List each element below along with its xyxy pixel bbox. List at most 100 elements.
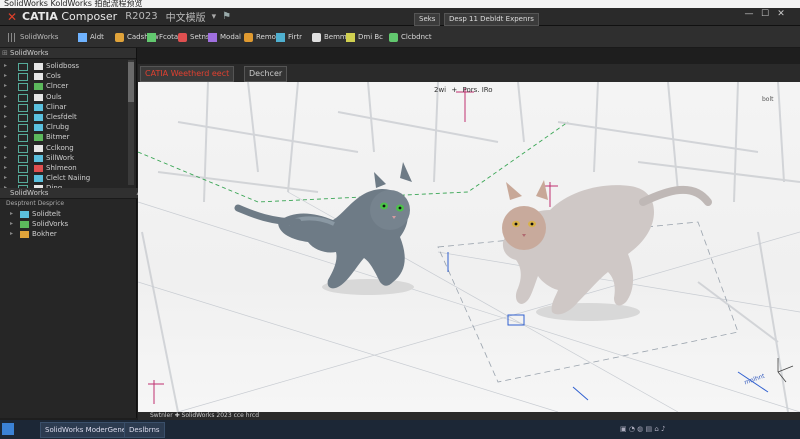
mode-label[interactable]: 中文模版	[166, 9, 206, 24]
feature-icon	[34, 144, 43, 152]
taskbar: SolidWorks ModerGene Deslbrns ▣ ◔ ◍ ▤ ⌂ …	[0, 420, 800, 439]
expand-icon[interactable]: ▸	[4, 81, 7, 91]
part-icon	[18, 113, 28, 122]
tree-item[interactable]: ▸ Clrubg	[0, 122, 136, 133]
gray-cat-model[interactable]	[234, 162, 414, 295]
measure-icon	[312, 32, 321, 42]
feature-tree: ▸ Solidboss ▸ Cols ▸ Clncer ▸ Ouls ▸ Clinar ▸ Clesf…	[0, 59, 136, 194]
toolbar-handle-label: SolidWorks	[20, 33, 59, 41]
plane-icon	[178, 32, 187, 42]
section2-item[interactable]: ▸ Solidtelt	[0, 209, 136, 219]
tree-item[interactable]: ▸ Cclkong	[0, 143, 136, 153]
part-icon	[18, 83, 28, 92]
tree-item[interactable]: ▸ SillWork	[0, 153, 136, 163]
part-icon	[18, 134, 28, 143]
tree-item-label: SillWork	[46, 153, 75, 162]
tree-item[interactable]: ▸ Clncer	[0, 81, 136, 92]
tree-item[interactable]: ▸ Clelct Naiing	[0, 173, 136, 184]
ribbon-button-4[interactable]: Setns	[178, 30, 210, 44]
ribbon-toolbar: SolidWorks Aldt Cadshow Fcotal Setns Modal Re…	[0, 26, 800, 48]
section2-item[interactable]: ▸ SolidVorks	[0, 219, 136, 229]
link-icon	[389, 32, 398, 42]
app-brand: CATIA Composer	[22, 10, 118, 23]
3d-viewport[interactable]: 2wi + Pors. IRo bolt mnlhnt	[138, 82, 800, 412]
command-tab-1[interactable]: Seks	[414, 13, 441, 26]
tree-item-label: Clrubg	[46, 123, 70, 132]
expand-icon[interactable]: ▸	[4, 102, 7, 112]
tree-item-label: Clesfdelt	[46, 112, 77, 121]
flag-icon[interactable]: ⚑	[222, 11, 231, 22]
expand-icon[interactable]: ▸	[4, 173, 7, 183]
feature-icon	[34, 134, 43, 142]
doc-tab[interactable]: Dechcer	[244, 66, 288, 82]
expand-icon[interactable]: ▸	[4, 122, 7, 132]
maximize-icon[interactable]: ☐	[760, 9, 770, 19]
section2-header[interactable]: SolidWorks ▴	[0, 188, 146, 199]
expand-icon[interactable]: ▸	[4, 143, 7, 153]
expand-icon[interactable]: ▸	[4, 153, 7, 163]
tree-item-label: Clinar	[46, 102, 67, 111]
tree-item[interactable]: ▸ Clesfdelt	[0, 112, 136, 122]
render-icon	[244, 32, 253, 42]
feature-tree-panel: SolidWorks ⊞ ▸ Solidboss ▸ Cols ▸ Clncer ▸ Ouls…	[0, 48, 146, 418]
expand-icon[interactable]: ▸	[10, 229, 13, 239]
taskbar-item-deslbrns[interactable]: Deslbrns	[124, 422, 165, 438]
status-bar: Swtnler ✚ SolidWorks 2023 cce hrcd	[138, 412, 800, 420]
tree-scroll-thumb[interactable]	[128, 62, 134, 102]
feature-icon	[34, 93, 43, 101]
ribbon-button-1[interactable]: Aldt	[78, 30, 104, 44]
expand-icon[interactable]: ▸	[4, 92, 7, 102]
app-header: ✕ CATIA Composer R2023 中文模版 ▾ ⚑	[0, 8, 800, 26]
minimize-icon[interactable]: —	[744, 9, 754, 19]
expand-icon[interactable]: ▸	[4, 61, 7, 71]
expand-icon[interactable]: ▸	[4, 112, 7, 122]
section2-item[interactable]: ▸ Bokher	[0, 229, 136, 239]
tan-cat-model[interactable]	[502, 180, 712, 321]
tree-item[interactable]: ▸ Clinar	[0, 102, 136, 112]
section2-tree: ▸ Solidtelt ▸ SolidVorks ▸ Bokher	[0, 209, 136, 239]
plus-icon: +	[451, 86, 458, 94]
tree-item[interactable]: ▸ Ouls	[0, 92, 136, 102]
ribbon-label: Fcotal	[159, 33, 181, 41]
ribbon-button-8[interactable]: Bemm	[312, 30, 347, 44]
command-tab-2[interactable]: Desp 11 Debldt Expenrs	[444, 13, 539, 26]
chevron-down-icon[interactable]: ▾	[212, 12, 217, 22]
section2-subheader: Desptrent Desprice	[6, 200, 65, 207]
expand-icon[interactable]: ▸	[4, 71, 7, 81]
tree-item-label: Bitmer	[46, 133, 70, 142]
background-scaffold	[141, 82, 800, 412]
ribbon-button-5[interactable]: Modal	[208, 30, 241, 44]
section2-item-label: Bokher	[32, 230, 57, 238]
tree-item[interactable]: ▸ Bitmer	[0, 132, 136, 143]
ribbon-label: Dmi Bc	[358, 33, 384, 41]
close-icon[interactable]: ✕	[776, 9, 786, 19]
tree-item[interactable]: ▸ Solidboss	[0, 61, 136, 71]
expand-icon[interactable]: ▸	[10, 219, 13, 229]
tree-item[interactable]: ▸ Cols	[0, 71, 136, 82]
expand-icon[interactable]: ▸	[4, 163, 7, 173]
tray-icons[interactable]: ▣ ◔ ◍ ▤ ⌂ ♪	[620, 425, 665, 433]
section2-item-label: SolidVorks	[32, 220, 69, 228]
toolbar-handle[interactable]: SolidWorks	[8, 30, 58, 44]
doc-tab-active[interactable]: CATIA Weetherd eect	[140, 66, 235, 82]
ribbon-label: Bemm	[324, 33, 347, 41]
grip-icon	[8, 32, 17, 42]
catia-logo-icon[interactable]: ✕	[4, 10, 20, 24]
tree-item[interactable]: ▸ Shlmeon	[0, 163, 136, 173]
part-icon	[18, 63, 28, 71]
feature-icon	[208, 32, 217, 42]
start-icon[interactable]	[2, 423, 14, 435]
taskbar-item-solidworks[interactable]: SolidWorks ModerGene	[40, 422, 132, 438]
pin-icon[interactable]: ⊞	[2, 48, 8, 58]
expand-icon[interactable]: ▸	[10, 209, 13, 219]
ribbon-button-9[interactable]: Dmi Bc	[346, 30, 383, 44]
green-axis-line	[138, 121, 569, 203]
grid-icon	[276, 32, 285, 42]
tree-item-label: Ouls	[46, 92, 62, 101]
expand-icon[interactable]: ▸	[4, 132, 7, 142]
view-orientation-label[interactable]: bolt	[762, 96, 774, 103]
ribbon-button-7[interactable]: Firtr	[276, 30, 302, 44]
feature-icon	[34, 124, 43, 132]
ribbon-button-10[interactable]: Clcbdnct	[389, 30, 432, 44]
ribbon-button-3[interactable]: Fcotal	[147, 30, 180, 44]
